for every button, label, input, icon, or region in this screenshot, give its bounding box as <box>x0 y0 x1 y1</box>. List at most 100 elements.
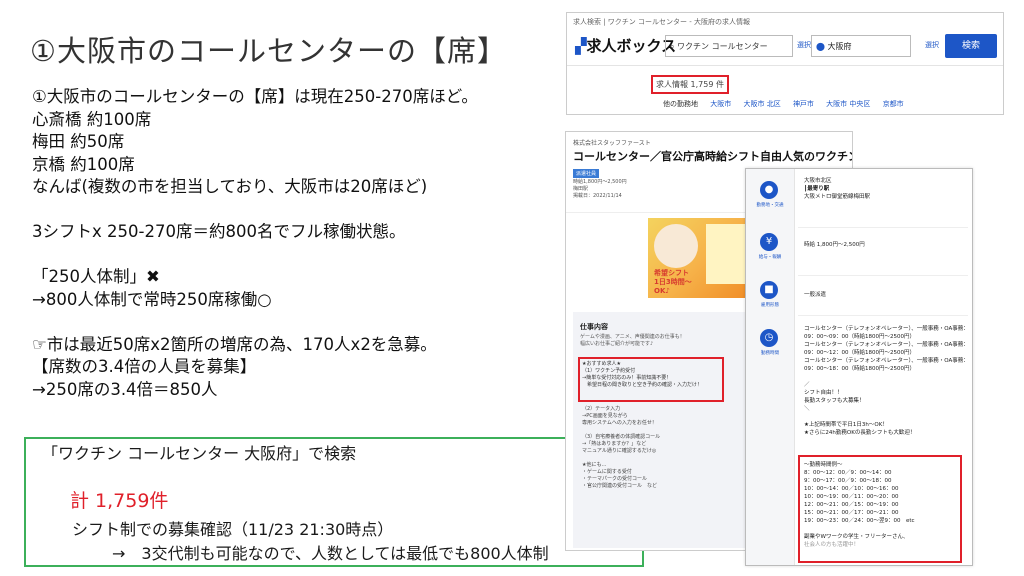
note-line: 【席数の3.4倍の人員を募集】 <box>32 357 257 376</box>
note-spacer <box>32 244 478 267</box>
info-line: 09：00〜09：00（時給1800円〜2500円） <box>804 334 915 340</box>
search-query-text: 「ワクチン コールセンター 大阪府」で検索 <box>42 444 357 463</box>
info-sidebar: ● 勤務地・交通 ¥ 給与・報酬 ■ 雇用形態 ◷ 勤務時間 <box>746 169 795 565</box>
result-count: 求人情報 1,759 件 <box>651 75 729 94</box>
pointer-icon: ☞ <box>32 334 47 354</box>
info-line: 長勤スタッフも大募集！ <box>804 398 865 404</box>
employment-info: 一般派遣 <box>804 292 827 298</box>
shift-line: 9：00〜17：00／9：00〜18：00 <box>804 478 892 484</box>
note-line: 心斎橋 約100席 <box>32 109 152 129</box>
info-line: コールセンター（テレフォンオペレーター）、一般事務・OA事務： <box>804 358 969 364</box>
info-line: ＼ <box>804 406 810 412</box>
info-line: 大阪メトロ御堂筋線梅田駅 <box>804 194 871 200</box>
meta-line: 掲載日：2022/11/14 <box>573 193 622 199</box>
box-line: ★おすすめ求人★ <box>582 361 621 367</box>
note-text: 市は最近50席x2箇所の増席の為、170人x2を急募。 <box>46 334 437 354</box>
x-mark-icon: ✖ <box>146 267 160 286</box>
breadcrumb: 求人検索 | ワクチン コールセンター - 大阪府の求人情報 <box>573 18 751 26</box>
shift-line: 社会人の方も活躍中！ <box>804 542 860 548</box>
desc-line: 幅広いお仕事ご紹介が可能です♪ <box>580 341 654 347</box>
job-meta: 時給1,800円〜2,500円 梅田駅 掲載日：2022/11/14 <box>573 179 627 200</box>
shift-line: 8：00〜12：00／9：00〜14：00 <box>804 470 892 476</box>
shift-line: 副業やWワークの学生・フリーターさん、 <box>804 534 909 540</box>
shift-note-text: → 3交代制も可能なので、人数としては最低でも800人体制 <box>112 544 549 563</box>
yen-icon: ¥ <box>760 233 778 251</box>
shift-line: 10：00〜14：00／10：00〜16：00 <box>804 486 899 492</box>
job-info-screenshot: ● 勤務地・交通 ¥ 給与・報酬 ■ 雇用形態 ◷ 勤務時間 大阪市北区 ┃最寄… <box>745 168 973 566</box>
info-line <box>804 373 969 381</box>
sidebar-label: 勤務地・交通 <box>756 203 784 208</box>
divider <box>798 315 968 316</box>
logo-text: 求人ボックス <box>586 37 677 55</box>
section-title: 仕事内容 <box>580 323 608 331</box>
more-line: ・テーマパークの受付コール <box>582 476 648 482</box>
sidebar-label: 給与・報酬 <box>758 255 782 260</box>
location-select-link[interactable]: 選択 <box>925 40 939 50</box>
note-line: →800人体制で常時250席稼働○ <box>32 289 272 309</box>
related-link[interactable]: 京都市 <box>883 100 904 108</box>
site-logo: ▞求人ボックス <box>575 35 676 56</box>
keyword-input[interactable]: ⌕ ワクチン コールセンター <box>665 35 793 57</box>
image-banner <box>706 224 746 284</box>
box-line: 希望日程の聞き取りと空き予約の確認・入力だけ！ <box>582 382 703 388</box>
note-line: 3シフトx 250-270席＝約800名でフル稼働状態。 <box>32 222 406 241</box>
sidebar-label: 雇用形態 <box>761 303 779 308</box>
note-line: 「250人体制」✖ <box>32 266 478 289</box>
note-spacer <box>32 311 478 334</box>
location-input[interactable]: ⬤ 大阪府 <box>811 35 911 57</box>
info-line: 09：00〜12：00（時給1800円〜2500円） <box>804 350 915 356</box>
sidebar-label: 勤務時間 <box>761 351 779 356</box>
more-line: マニュアル通りに確認するだけ◎ <box>582 448 657 454</box>
more-line: ★他にも… <box>582 462 607 468</box>
divider <box>798 227 968 228</box>
more-line <box>582 427 660 434</box>
recommended-jobs: ★おすすめ求人★ （1）ワクチン予約受付 →簡単な受付対応のみ！事前知識不要！ … <box>582 361 702 389</box>
job-description: ゲームや漫画、アニメ、声優関連のお仕事も！ 幅広いお仕事ご紹介が可能です♪ <box>580 334 685 348</box>
related-link[interactable]: 他の勤務地 <box>663 100 698 108</box>
note-spacer <box>32 199 478 222</box>
keyword-select-link[interactable]: 選択 <box>797 40 811 50</box>
shift-examples: 〜勤務時間例〜 8：00〜12：00／9：00〜14：00 9：00〜17：00… <box>804 461 915 549</box>
shift-confirm-text: シフト制での募集確認（11/23 21:30時点） <box>72 520 394 539</box>
divider <box>798 275 968 276</box>
shift-line: 15：00〜21：00／17：00〜21：00 <box>804 510 899 516</box>
slide-title: ①大阪市のコールセンターの【席】 <box>30 34 507 68</box>
meta-line: 時給1,800円〜2,500円 <box>573 179 627 185</box>
note-line: なんば(複数の市を担当しており、大阪市は20席ほど) <box>32 177 428 196</box>
hours-info: コールセンター（テレフォンオペレーター）、一般事務・OA事務： 09：00〜09… <box>804 325 969 437</box>
more-line <box>582 455 660 462</box>
more-line: →PC画面を見ながら <box>582 413 628 419</box>
search-total: 計 1,759件 <box>70 490 169 512</box>
caption-line: OK♪ <box>654 287 670 295</box>
keyword-value: ワクチン コールセンター <box>677 42 768 51</box>
info-line: ★さらに24h勤務OKの長勤シフトも大歓迎！ <box>804 430 916 436</box>
meta-line: 梅田駅 <box>573 186 589 192</box>
note-line: →250席の3.4倍＝850人 <box>32 379 218 399</box>
related-link[interactable]: 大阪市 <box>710 100 731 108</box>
related-link[interactable]: 神戸市 <box>793 100 814 108</box>
note-line: 京橋 約100席 <box>32 154 135 174</box>
briefcase-icon: ■ <box>760 281 778 299</box>
job-title: コールセンター／官公庁高時給シフト自由人気のワクチン受付や <box>573 150 852 163</box>
related-link[interactable]: 大阪市 中央区 <box>826 100 870 108</box>
image-caption: 希望シフト 1日3時間〜 OK♪ <box>654 269 692 296</box>
info-line: ／ <box>804 382 810 388</box>
related-link[interactable]: 大阪市 北区 <box>743 100 780 108</box>
info-line <box>804 413 969 421</box>
caption-line: 希望シフト <box>654 269 689 277</box>
more-jobs: （2）テータ入力 →PC画面を見ながら 専用システムへの入力をお任せ！ （3）自… <box>582 406 660 490</box>
box-line: （1）ワクチン予約受付 <box>582 368 636 374</box>
search-button[interactable]: 検索 <box>945 34 997 58</box>
location-info: 大阪市北区 ┃最寄り駅 大阪メトロ御堂筋線梅田駅 <box>804 177 870 201</box>
shift-line <box>804 525 915 533</box>
shift-line: 19：00〜23：00／24：00〜翌9：00 etc <box>804 518 915 524</box>
search-icon: ⌕ <box>670 42 675 51</box>
more-line: ・官公庁関連の受付コール など <box>582 483 658 489</box>
more-line: （2）テータ入力 <box>582 406 621 412</box>
pay-info: 時給 1,800円〜2,500円 <box>804 242 865 248</box>
search-results-screenshot: 求人検索 | ワクチン コールセンター - 大阪府の求人情報 ▞求人ボックス ⌕… <box>566 12 1004 115</box>
divider <box>567 65 1003 66</box>
employment-tag: 派遣社員 <box>573 169 600 178</box>
shift-line: 12：00〜21：00／15：00〜19：00 <box>804 502 899 508</box>
logo-mark-icon: ▞ <box>575 37 587 55</box>
